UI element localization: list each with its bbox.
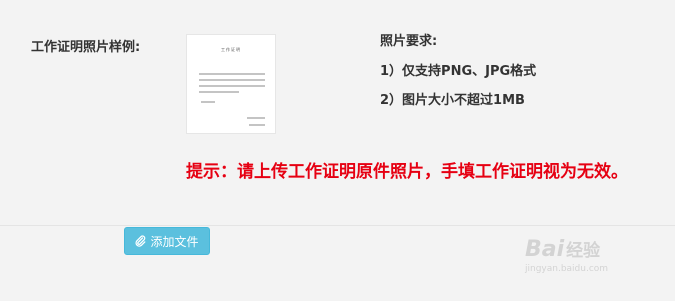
sample-date-line (249, 124, 265, 126)
watermark-brand: Bai 经验 (525, 237, 601, 262)
add-file-label: 添加文件 (150, 234, 199, 249)
add-file-button[interactable]: 添加文件 (124, 227, 210, 255)
sample-text-line (199, 73, 265, 75)
upload-warning: 提示：请上传工作证明原件照片，手填工作证明视为无效。 (186, 162, 628, 182)
work-proof-sample-image: 工作证明 (186, 34, 276, 134)
paperclip-icon (135, 235, 146, 247)
sample-text-line (199, 79, 265, 81)
sample-text-line (199, 91, 239, 93)
watermark-url: jingyan.baidu.com (525, 264, 609, 274)
sample-signature-line (247, 117, 265, 119)
sample-text-line (199, 85, 265, 87)
divider (0, 225, 675, 226)
sample-text-line (201, 101, 215, 103)
baidu-jingyan-watermark: Bai 经验 jingyan.baidu.com (525, 236, 655, 276)
sample-label: 工作证明照片样例: (31, 40, 141, 55)
sample-document-title: 工作证明 (221, 47, 241, 52)
requirement-format: 1）仅支持PNG、JPG格式 (380, 64, 537, 79)
requirements-title: 照片要求: (380, 34, 438, 49)
requirement-size: 2）图片大小不超过1MB (380, 93, 525, 108)
